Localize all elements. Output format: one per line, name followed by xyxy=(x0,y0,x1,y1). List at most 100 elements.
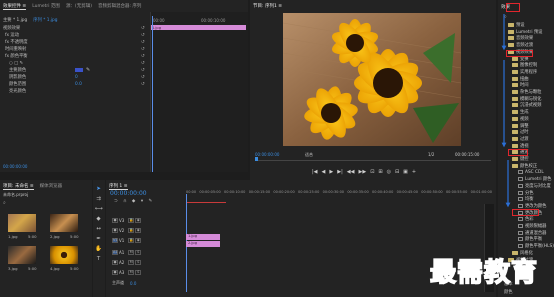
ripple-edit-icon[interactable]: ⟷ xyxy=(95,206,103,213)
timeline-timecode[interactable]: 00:00:00:00 xyxy=(110,190,147,197)
section-video-effects: 视频效果 xyxy=(3,26,21,31)
lock-icon[interactable]: 🔒 xyxy=(128,227,135,233)
tab-source[interactable]: 源：(无剪辑) xyxy=(66,3,92,9)
master-value[interactable]: 0.0 xyxy=(130,281,136,286)
effect-row-opacity[interactable]: fx 不透明度 xyxy=(5,39,28,45)
ruler-label: 00:00:40:00 xyxy=(371,190,394,194)
timeline-tool-icons[interactable]: ⊃ ∩ ◆ ▾ ✎ xyxy=(114,199,154,204)
solo-button[interactable]: S xyxy=(135,269,142,275)
ruler-label: 00:01:00:00 xyxy=(470,190,492,194)
work-area-bar[interactable] xyxy=(186,202,226,203)
effects-bottom-color[interactable]: 颜色 xyxy=(504,289,513,295)
ec-clip-bar[interactable]: 1.jpg xyxy=(151,25,246,30)
track-label: V3 xyxy=(119,217,125,223)
ruler-label: 00:00:20:00 xyxy=(273,190,295,194)
mask-tools[interactable]: ○ □ ✎ xyxy=(9,60,23,66)
transport-bar: |◀ ◀ ▶ ▶| ◀◀ ▶▶ ⊡ ⊞ ◎ ⊟ ▣ + xyxy=(312,167,462,177)
param-highlight-color: 亮光颜色 xyxy=(9,89,27,94)
timeline-ruler[interactable]: 00:00 00:00:05:00 00:00:10:00 00:00:15:0… xyxy=(186,190,496,198)
effect-row-time-remap[interactable]: 时间重映射 xyxy=(5,46,26,52)
hand-icon[interactable]: ✋ xyxy=(95,246,102,253)
eyedropper-icon[interactable]: ✎ xyxy=(86,67,90,73)
effect-row-color-balance[interactable]: fx 颜色平衡 xyxy=(5,53,28,59)
thumb-1[interactable] xyxy=(8,214,36,232)
effect-row-motion[interactable]: fx 运动 xyxy=(5,32,19,38)
go-in-button[interactable]: ◀◀ xyxy=(347,169,355,175)
camera-icon[interactable]: ◎ xyxy=(387,169,391,175)
tab-media-browser[interactable]: 媒体浏览器 xyxy=(40,183,63,189)
thumb-2[interactable] xyxy=(50,214,78,232)
track-select-icon[interactable]: ⇉ xyxy=(95,196,102,203)
timeline-tabs: 序列 1 ≡ xyxy=(106,182,128,190)
mute-button[interactable]: M xyxy=(128,249,135,255)
program-playhead-marker[interactable] xyxy=(255,157,258,161)
go-out-button[interactable]: ▶▶ xyxy=(358,169,366,175)
solo-button[interactable]: S xyxy=(135,249,142,255)
text-icon[interactable]: T xyxy=(95,256,102,263)
eye-icon[interactable]: ◉ xyxy=(135,217,142,223)
thumb-2-name: 2.jpg xyxy=(50,234,60,239)
track-target[interactable]: A1 xyxy=(112,249,118,255)
thumb-3-duration: 5:00 xyxy=(28,266,37,271)
ec-playhead[interactable] xyxy=(152,16,153,172)
track-label: V1 xyxy=(119,237,125,243)
track-header-a1: A1 A1 M S xyxy=(112,248,184,256)
program-timecode-left[interactable]: 00:00:00:00 xyxy=(255,152,279,157)
mute-button[interactable]: M xyxy=(128,259,135,265)
razor-icon[interactable]: ◆ xyxy=(95,216,102,223)
export-frame-button[interactable]: ⊟ xyxy=(395,169,399,175)
selection-tool-icon[interactable]: ➤ xyxy=(95,186,102,193)
color-swatch[interactable] xyxy=(75,68,83,72)
timeline-clip-2[interactable]: 2.jpg xyxy=(186,241,220,247)
mute-button[interactable]: M xyxy=(128,269,135,275)
ec-ruler-mid: 00:00:10:00 xyxy=(201,18,226,23)
ec-timecode[interactable]: 00:00:00:00 xyxy=(3,164,27,169)
slip-icon[interactable]: ↔ xyxy=(95,226,102,233)
tab-lumetri-scopes[interactable]: Lumetri 范围 xyxy=(32,3,60,9)
solo-button[interactable]: S xyxy=(135,259,142,265)
program-fit-select[interactable]: 适合 xyxy=(305,152,313,158)
tab-effect-controls[interactable]: 效果控件 ≡ xyxy=(3,3,27,10)
track-label: A1 xyxy=(119,249,125,255)
step-forward-button[interactable]: ▶| xyxy=(337,169,343,175)
mark-in-button[interactable]: |◀ xyxy=(312,169,318,175)
lock-icon[interactable]: 🔒 xyxy=(128,217,135,223)
project-search-icon[interactable]: ⌕ xyxy=(3,200,6,206)
ruler-label: 00:00:10:00 xyxy=(224,190,246,194)
pen-icon[interactable]: ✒ xyxy=(95,236,102,243)
lift-button[interactable]: ⊡ xyxy=(370,169,374,175)
track-target[interactable]: ● xyxy=(112,217,118,223)
add-button[interactable]: + xyxy=(412,169,416,175)
tab-project[interactable]: 项目: 未命名 ≡ xyxy=(3,183,34,190)
param-primary-color: 主要颜色 xyxy=(9,68,27,73)
lock-icon[interactable]: 🔒 xyxy=(128,237,135,243)
thumb-3[interactable] xyxy=(8,246,36,264)
track-header-v1: V1 V1 🔒 ◉ xyxy=(112,236,184,244)
clip-name: 2.jpg xyxy=(188,241,197,245)
eye-icon[interactable]: ◉ xyxy=(135,227,142,233)
clip-link[interactable]: 序列 * 1.jpg xyxy=(33,17,57,23)
eye-icon[interactable]: ◉ xyxy=(135,237,142,243)
track-target[interactable]: ● xyxy=(112,269,118,275)
extract-button[interactable]: ⊞ xyxy=(378,169,382,175)
thumb-4-duration: 5:00 xyxy=(70,266,79,271)
program-resolution-select[interactable]: 1/2 xyxy=(428,152,434,157)
clip-header-label: 主要 * 1.jpg xyxy=(3,18,28,23)
tab-sequence[interactable]: 序列 1 ≡ xyxy=(109,183,128,190)
tab-program[interactable]: 节目: 序列1 ≡ xyxy=(253,3,282,9)
param-shadow-value[interactable]: 0 xyxy=(75,74,78,80)
track-target[interactable]: ● xyxy=(112,227,118,233)
play-button[interactable]: ▶ xyxy=(329,169,333,175)
tab-audio-clip-mixer[interactable]: 音频剪辑混合器: 序列 xyxy=(98,3,141,9)
timeline-clip-1[interactable]: 1.jpg xyxy=(186,234,220,240)
thumb-4[interactable] xyxy=(50,246,78,264)
step-back-button[interactable]: ◀ xyxy=(322,169,326,175)
comparison-button[interactable]: ▣ xyxy=(403,169,408,175)
param-range-value[interactable]: 0.0 xyxy=(75,81,82,87)
program-scrubber[interactable] xyxy=(255,160,491,161)
track-header-master: 主声道 0.0 xyxy=(112,279,184,287)
ruler-label: 00:00:25:00 xyxy=(298,190,320,194)
ec-ruler-start: 00:00 xyxy=(153,18,165,23)
track-target[interactable]: V1 xyxy=(112,237,118,243)
track-target[interactable]: ● xyxy=(112,259,118,265)
